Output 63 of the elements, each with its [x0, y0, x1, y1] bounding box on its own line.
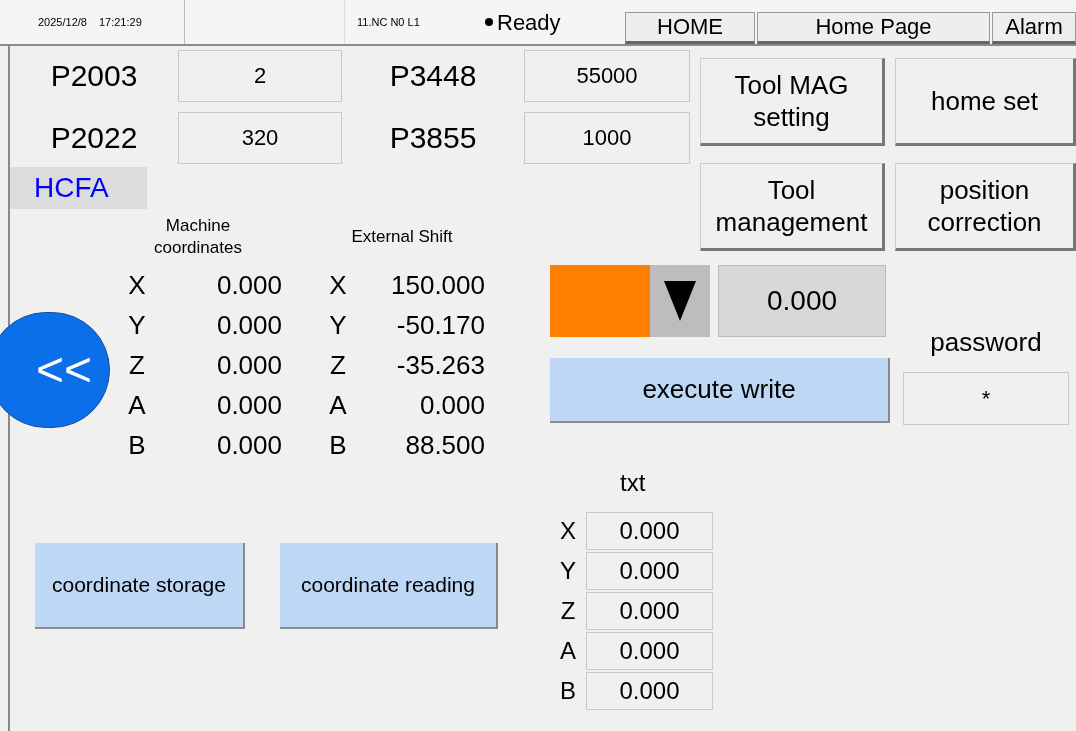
- password-label: password: [929, 326, 1043, 359]
- nav-button[interactable]: Home Page: [757, 12, 990, 44]
- parameter-label: P2003: [49, 58, 139, 94]
- txt-field[interactable]: 0.000: [586, 672, 713, 710]
- parameter-label: P2022: [49, 120, 139, 156]
- axis-label: Z: [128, 348, 146, 382]
- axis-label: X: [127, 268, 147, 302]
- coordinate-value: -35.263: [395, 348, 485, 382]
- axis-label: Z: [329, 348, 347, 382]
- password-field[interactable]: *: [903, 372, 1069, 425]
- back-button[interactable]: <<: [0, 312, 110, 428]
- coordinate-value: 0.000: [215, 348, 282, 382]
- color-swatch[interactable]: [550, 265, 650, 337]
- axis-label: B: [559, 676, 577, 706]
- coordinate-value: 150.000: [390, 268, 485, 302]
- axis-label: A: [328, 388, 348, 422]
- function-button[interactable]: position correction: [895, 163, 1076, 251]
- coordinate-button[interactable]: coordinate reading: [280, 543, 498, 629]
- parameter-label: P3448: [388, 58, 478, 94]
- axis-label: Z: [559, 596, 577, 626]
- function-button[interactable]: Tool MAG setting: [700, 58, 885, 146]
- axis-label: X: [328, 268, 348, 302]
- coordinate-value: 0.000: [215, 268, 282, 302]
- program-text: 11.NC N0 L1: [357, 14, 421, 30]
- txt-field[interactable]: 0.000: [586, 512, 713, 550]
- status-text: Ready: [497, 8, 561, 37]
- axis-label: Y: [127, 308, 147, 342]
- function-button[interactable]: home set: [895, 58, 1076, 146]
- axis-label: B: [127, 428, 147, 462]
- parameter-field[interactable]: 1000: [524, 112, 690, 164]
- column-header: Machine coordinates: [153, 215, 243, 259]
- nav-button[interactable]: HOME: [625, 12, 755, 44]
- value-field[interactable]: 0.000: [718, 265, 886, 337]
- function-button[interactable]: Tool management: [700, 163, 885, 251]
- dropdown-button[interactable]: [650, 265, 710, 337]
- axis-label: Y: [559, 556, 577, 586]
- date-text: 2025/12/8: [38, 14, 87, 30]
- axis-label: A: [559, 636, 577, 666]
- axis-label: X: [559, 516, 577, 546]
- axis-label: B: [328, 428, 348, 462]
- time-text: 17:21:29: [98, 14, 142, 30]
- coordinate-value: 0.000: [418, 388, 485, 422]
- execute-button[interactable]: execute write: [550, 358, 890, 423]
- caret-icon: [664, 281, 696, 321]
- coordinate-button[interactable]: coordinate storage: [35, 543, 245, 629]
- txt-label: txt: [620, 468, 647, 498]
- coordinate-value: -50.170: [395, 308, 485, 342]
- brand-label: HCFA: [10, 167, 147, 209]
- coordinate-value: 0.000: [215, 308, 282, 342]
- parameter-field[interactable]: 2: [178, 50, 342, 102]
- coordinate-value: 0.000: [215, 428, 282, 462]
- nav-button[interactable]: Alarm: [992, 12, 1076, 44]
- txt-field[interactable]: 0.000: [586, 592, 713, 630]
- parameter-field[interactable]: 320: [178, 112, 342, 164]
- coordinate-value: 88.500: [404, 428, 485, 462]
- parameter-label: P3855: [388, 120, 478, 156]
- column-header: External Shift: [350, 226, 454, 249]
- axis-label: A: [127, 388, 147, 422]
- txt-field[interactable]: 0.000: [586, 632, 713, 670]
- txt-field[interactable]: 0.000: [586, 552, 713, 590]
- axis-label: Y: [328, 308, 348, 342]
- parameter-field[interactable]: 55000: [524, 50, 690, 102]
- coordinate-value: 0.000: [215, 388, 282, 422]
